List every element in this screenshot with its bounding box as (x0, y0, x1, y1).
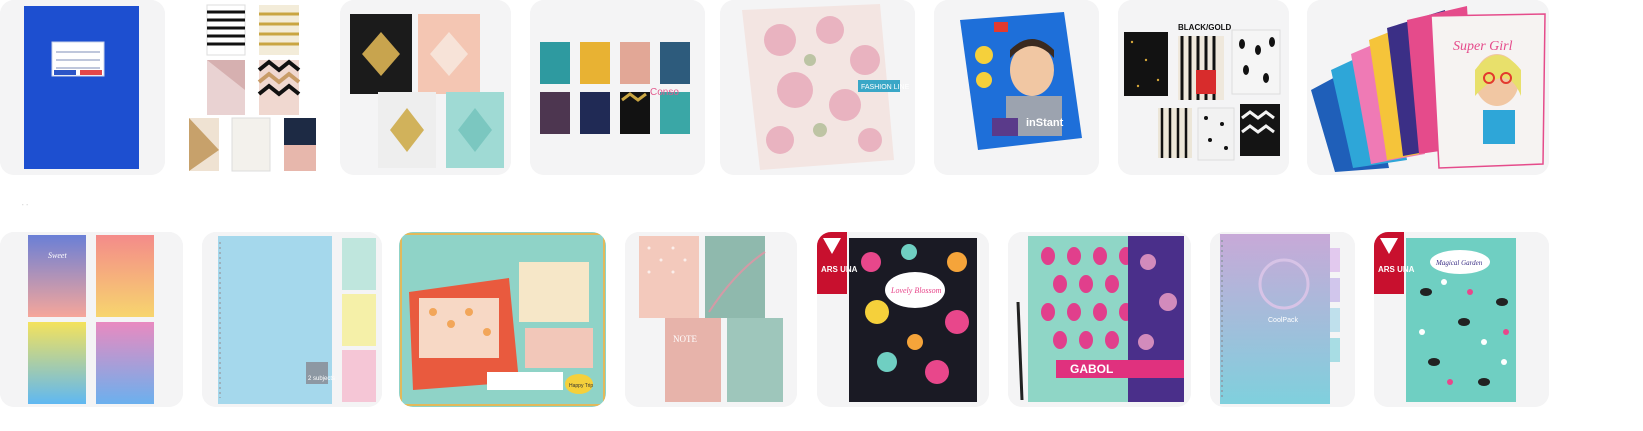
watermark-text: Conso (650, 87, 679, 98)
product-tile[interactable]: Happy Trip (399, 232, 606, 407)
cover-label: Lovely Blossom (890, 286, 942, 295)
notebook-image: FASHION LINE (720, 0, 915, 175)
product-tile[interactable]: 2 subjects (202, 232, 382, 407)
notebook-image: Conso (530, 0, 705, 175)
product-tile[interactable]: NOTE (625, 232, 797, 407)
caption-row: ˙ ˙ (0, 203, 1643, 217)
notebook-image: Lovely Blossom ARS UNA (817, 232, 989, 407)
notebook-image: NOTE (625, 232, 797, 407)
product-tile[interactable]: GABOL (1008, 232, 1191, 407)
cover-label: BLACK/GOLD (1178, 23, 1232, 32)
notebook-image (172, 0, 322, 175)
cover-label: NOTE (673, 334, 697, 344)
cover-label: inStant (1026, 117, 1064, 129)
product-tile[interactable]: inStant (934, 0, 1099, 175)
notebook-image (340, 0, 511, 175)
product-tile[interactable]: Conso (530, 0, 705, 175)
notebook-image: CoolPack (1210, 232, 1355, 407)
cover-label: 2 subjects (308, 376, 335, 382)
cover-label: FASHION LINE (861, 84, 910, 91)
cover-label: Super Girl (1453, 39, 1513, 54)
brand-label: ARS UNA (1378, 265, 1415, 274)
product-tile[interactable] (340, 0, 511, 175)
product-tile[interactable]: Magical Garden ARS UNA (1374, 232, 1549, 407)
cover-label: Sweet (48, 251, 67, 260)
notebook-image: inStant (934, 0, 1099, 175)
notebook-image: 2 subjects (202, 232, 382, 407)
product-tile[interactable]: FASHION LINE (720, 0, 915, 175)
cover-label: CoolPack (1268, 317, 1298, 324)
results-row-1: Conso FASHION LINE inStant BLACK/GOLD Su… (0, 0, 1643, 175)
notebook-image: Happy Trip (399, 232, 606, 407)
product-tile[interactable]: Lovely Blossom ARS UNA (817, 232, 989, 407)
product-tile[interactable]: CoolPack (1210, 232, 1355, 407)
brand-label: ARS UNA (821, 265, 858, 274)
product-tile[interactable] (0, 0, 165, 175)
cover-label: Magical Garden (1435, 259, 1483, 267)
notebook-image: Sweet (0, 232, 183, 407)
notebook-image: GABOL (1008, 232, 1191, 407)
product-tile[interactable] (172, 0, 322, 175)
product-tile[interactable]: BLACK/GOLD (1118, 0, 1289, 175)
brand-label: GABOL (1070, 362, 1113, 376)
product-tile[interactable]: Super Girl (1307, 0, 1549, 175)
notebook-image: Super Girl (1307, 0, 1549, 175)
caption-ghost: ˙ ˙ (22, 205, 29, 212)
notebook-image: Magical Garden ARS UNA (1374, 232, 1549, 407)
cover-label: Happy Trip (569, 383, 593, 389)
notebook-image: BLACK/GOLD (1118, 0, 1289, 175)
results-row-2: Sweet 2 subjects Happy Trip NOTE Lovely … (0, 232, 1643, 407)
notebook-image (0, 0, 165, 175)
product-tile[interactable]: Sweet (0, 232, 183, 407)
